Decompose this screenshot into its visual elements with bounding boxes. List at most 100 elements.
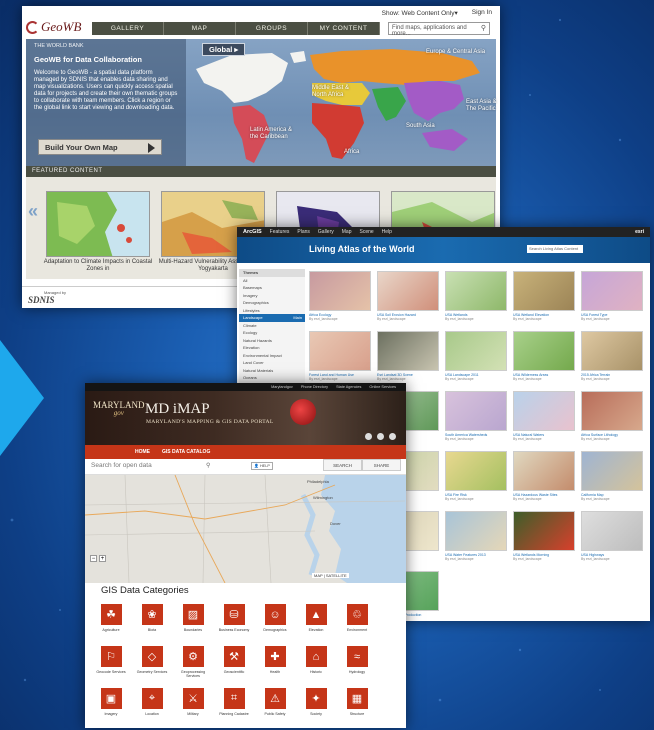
theme-item[interactable]: Climate: [239, 322, 305, 330]
theme-item[interactable]: Basemaps: [239, 284, 305, 292]
theme-item[interactable]: Ecology: [239, 329, 305, 337]
nav-home[interactable]: HOME: [135, 449, 150, 455]
atlas-tile-title[interactable]: Africa Ecology By esri_landscape: [309, 313, 371, 321]
atlas-tile-title[interactable]: USA Fire Risk By esri_landscape: [445, 493, 507, 501]
atlas-tile[interactable]: [445, 271, 507, 311]
theme-item[interactable]: Oceans: [239, 374, 305, 382]
theme-item[interactable]: Imagery: [239, 292, 305, 300]
tab-search[interactable]: SEARCH: [323, 459, 362, 471]
atlas-tile[interactable]: [513, 331, 575, 371]
atlas-tile[interactable]: [581, 511, 643, 551]
atlas-tile[interactable]: [513, 511, 575, 551]
zoom-in-button[interactable]: +: [99, 555, 106, 562]
theme-item[interactable]: Elevation: [239, 344, 305, 352]
zoom-out-button[interactable]: −: [90, 555, 97, 562]
open-data-search-input[interactable]: Search for open data: [91, 462, 152, 469]
geowb-logo[interactable]: GeoWB: [26, 19, 81, 35]
atlas-tile[interactable]: [445, 331, 507, 371]
arcgis-link-map[interactable]: Map: [342, 229, 352, 235]
featured-card-coastal-caption[interactable]: Adaptation to Climate Impacts in Coastal…: [41, 259, 155, 273]
nav-gallery[interactable]: GALLERY: [92, 22, 164, 35]
category-society[interactable]: ✦ Society: [298, 688, 334, 716]
atlas-tile[interactable]: [309, 331, 371, 371]
category-geocode-services[interactable]: ⚐ Geocode Services: [93, 646, 129, 674]
atlas-tile[interactable]: [513, 451, 575, 491]
category-business-economy[interactable]: ⛁ Business Economy: [216, 604, 252, 632]
sign-in-link[interactable]: Sign In: [472, 9, 492, 19]
category-imagery[interactable]: ▣ Imagery: [93, 688, 129, 716]
category-historic[interactable]: ⌂ Historic: [298, 646, 334, 674]
atlas-tile-title[interactable]: Esri Landsat 3D Scene By esri_landscape: [377, 373, 439, 381]
atlas-tile-title[interactable]: USA Wilderness Areas By esri_landscape: [513, 373, 575, 381]
atlas-tile-title[interactable]: USA Highways By esri_landscape: [581, 553, 643, 561]
arcgis-link-scene[interactable]: Scene: [359, 229, 373, 235]
atlas-tile[interactable]: [581, 271, 643, 311]
atlas-tile[interactable]: [445, 511, 507, 551]
atlas-tile-title[interactable]: USA Soil Erosion Hazard By esri_landscape: [377, 313, 439, 321]
atlas-tile-title[interactable]: 2015 Africa Terrain By esri_landscape: [581, 373, 643, 381]
youtube-icon[interactable]: [377, 433, 384, 440]
category-geometry-services[interactable]: ◇ Geometry Services: [134, 646, 170, 674]
atlas-tile[interactable]: [581, 451, 643, 491]
category-environment[interactable]: ♲ Environment: [339, 604, 375, 632]
atlas-tile[interactable]: [445, 391, 507, 431]
nav-gis-data-catalog[interactable]: GIS DATA CATALOG: [162, 449, 210, 455]
category-agriculture[interactable]: ☘ Agriculture: [93, 604, 129, 632]
atlas-tile[interactable]: [581, 331, 643, 371]
esri-logo[interactable]: esri: [635, 229, 644, 235]
arcgis-link-gallery[interactable]: Gallery: [318, 229, 334, 235]
atlas-tile[interactable]: [377, 331, 439, 371]
atlas-tile-title[interactable]: USA Landscape 2011 By esri_landscape: [445, 373, 507, 381]
atlas-tile[interactable]: [513, 271, 575, 311]
arcgis-link-features[interactable]: Features: [270, 229, 290, 235]
category-geoscientific[interactable]: ⚒ Geoscientific: [216, 646, 252, 674]
atlas-tile[interactable]: [309, 271, 371, 311]
category-elevation[interactable]: ▲ Elevation: [298, 604, 334, 632]
util-marylandgov[interactable]: Marylandgov: [271, 385, 293, 389]
nav-groups[interactable]: GROUPS: [236, 22, 308, 35]
label-africa[interactable]: Africa: [344, 149, 359, 156]
atlas-tile-title[interactable]: USA Wetlands By esri_landscape: [445, 313, 507, 321]
rss-icon[interactable]: [389, 433, 396, 440]
atlas-tile-title[interactable]: Forest Land and Human Use By esri_landsca…: [309, 373, 371, 381]
map-satellite-toggle[interactable]: MAP | SATELLITE: [312, 573, 349, 578]
living-atlas-search-input[interactable]: Search Living Atlas Content: [527, 245, 583, 253]
arcgis-brand[interactable]: ArcGIS: [243, 229, 262, 235]
label-south-asia[interactable]: South Asia: [406, 123, 435, 130]
atlas-tile[interactable]: [581, 391, 643, 431]
md-basemap[interactable]: Philadelphia Dover Wilmington − + MAP | …: [85, 475, 406, 583]
category-structure[interactable]: ▦ Structure: [339, 688, 375, 716]
theme-item[interactable]: Lifestyles: [239, 307, 305, 315]
theme-item[interactable]: All: [239, 277, 305, 285]
theme-item[interactable]: Natural Hazards: [239, 337, 305, 345]
theme-item[interactable]: Environmental Impact: [239, 352, 305, 360]
arcgis-link-plans[interactable]: Plans: [297, 229, 310, 235]
arcgis-link-help[interactable]: Help: [382, 229, 392, 235]
atlas-tile-title[interactable]: California Map By esri_landscape: [581, 493, 643, 501]
category-military[interactable]: ⚔ Military: [175, 688, 211, 716]
geowb-search-input[interactable]: Find maps, applications and more... ⚲: [388, 22, 490, 37]
category-biota[interactable]: ❀ Biota: [134, 604, 170, 632]
category-planning-cadastre[interactable]: ⌗ Planning Cadastre: [216, 688, 252, 716]
util-state-agencies[interactable]: State Agencies: [336, 385, 361, 389]
nav-my-content[interactable]: MY CONTENT: [308, 22, 380, 35]
atlas-tile-title[interactable]: USA Hazardous Waste Sites By esri_landsca…: [513, 493, 575, 501]
maryland-gov-logo[interactable]: MARYLAND gov: [93, 401, 145, 418]
atlas-tile[interactable]: [377, 271, 439, 311]
theme-item[interactable]: Natural Materials: [239, 367, 305, 375]
util-online-services[interactable]: Online Services: [369, 385, 396, 389]
category-hydrology[interactable]: ≈ Hydrology: [339, 646, 375, 674]
theme-item[interactable]: Land Cover: [239, 359, 305, 367]
atlas-tile[interactable]: [513, 391, 575, 431]
atlas-tile-title[interactable]: USA Natural Waters By esri_landscape: [513, 433, 575, 441]
nav-map[interactable]: MAP: [164, 22, 236, 35]
util-phone-directory[interactable]: Phone Directory: [301, 385, 328, 389]
carousel-prev-icon[interactable]: «: [28, 201, 38, 222]
twitter-icon[interactable]: [365, 433, 372, 440]
help-button[interactable]: 👤 HELP: [251, 462, 273, 470]
sdnis-logo[interactable]: SDNIS: [28, 295, 55, 305]
category-boundaries[interactable]: ▨ Boundaries: [175, 604, 211, 632]
atlas-tile-title[interactable]: South America Watersheds By esri_landscap…: [445, 433, 507, 441]
global-button[interactable]: Global ▸: [202, 43, 246, 56]
category-location[interactable]: ⌖ Location: [134, 688, 170, 716]
